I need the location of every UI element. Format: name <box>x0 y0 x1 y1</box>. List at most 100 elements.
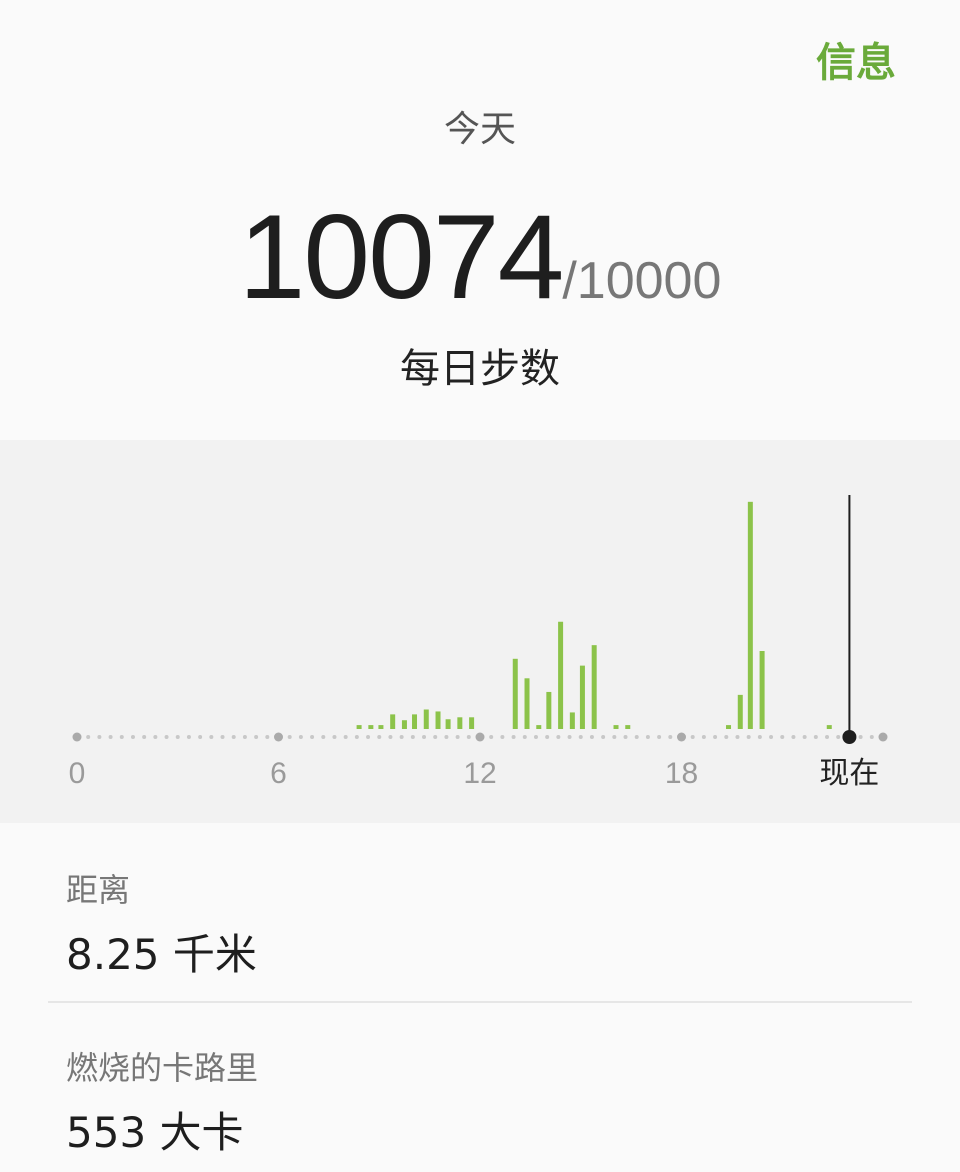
hour-bar <box>826 725 832 729</box>
axis-dot <box>287 735 292 739</box>
hour-bar <box>445 719 451 729</box>
axis-dot <box>298 735 303 739</box>
axis-dot <box>186 735 191 739</box>
axis-dot <box>533 735 538 739</box>
axis-major-dot <box>475 732 485 742</box>
hour-bar <box>423 709 429 729</box>
axis-dot <box>321 735 326 739</box>
axis-dot <box>713 735 718 739</box>
axis-dot <box>466 735 471 739</box>
axis-dot <box>735 735 740 739</box>
divider <box>48 1001 912 1003</box>
axis-dot <box>354 735 359 739</box>
axis-dot <box>601 735 606 739</box>
axis-major-dot <box>677 732 686 742</box>
distance-stat: 距离 8.25 千米 <box>66 865 257 982</box>
hour-bar <box>558 621 564 729</box>
axis-end-dot <box>878 732 888 742</box>
axis-dot <box>265 735 270 739</box>
axis-dot <box>108 735 113 739</box>
axis-dot <box>97 735 102 739</box>
axis-dot <box>444 735 449 739</box>
axis-dot <box>231 735 236 739</box>
axis-dot <box>780 735 785 739</box>
axis-dot <box>836 735 841 739</box>
axis-dot <box>825 735 830 739</box>
x-tick-label: 0 <box>69 757 86 790</box>
axis-dot <box>769 735 774 739</box>
distance-label: 距离 <box>66 871 131 909</box>
axis-dot <box>86 735 91 739</box>
hour-bar <box>435 711 441 729</box>
axis-dot <box>142 735 147 739</box>
hour-bar <box>536 725 542 729</box>
axis-dot <box>410 735 415 739</box>
axis-dot <box>399 735 404 739</box>
axis-dot <box>858 735 863 739</box>
axis-dot <box>366 735 371 739</box>
hour-bar <box>625 725 631 729</box>
axis-dot <box>175 735 180 739</box>
hour-bar <box>512 658 518 729</box>
axis-dot <box>209 735 214 739</box>
period-label: 今天 <box>443 109 516 150</box>
hour-bar <box>356 725 362 729</box>
axis-dot <box>164 735 169 739</box>
axis-dot <box>556 735 561 739</box>
axis-dot <box>813 735 818 739</box>
hour-bar <box>737 694 743 729</box>
hour-bar <box>378 725 384 729</box>
now-dot <box>842 730 857 744</box>
hour-bar <box>613 725 619 729</box>
axis-dot <box>869 735 874 739</box>
hour-bar <box>726 725 732 729</box>
axis-major-dot <box>72 732 82 742</box>
hour-bar <box>469 717 475 729</box>
axis-dot <box>567 735 572 739</box>
axis-dot <box>198 735 203 739</box>
axis-dot <box>153 735 158 739</box>
axis-dot <box>724 735 729 739</box>
calories-label: 燃烧的卡路里 <box>66 1049 259 1087</box>
x-tick-label: 18 <box>665 757 698 790</box>
distance-value: 8.25 千米 <box>66 930 257 979</box>
axis-dot <box>388 735 393 739</box>
axis-dot <box>802 735 807 739</box>
axis-dot <box>500 735 505 739</box>
chart-svg: 0 6 12 18 现在 <box>69 495 888 791</box>
calories-stat: 燃烧的卡路里 553 大卡 <box>66 1043 258 1160</box>
hourly-steps-chart: 0 6 12 18 现在 <box>0 440 960 823</box>
axis-dot <box>757 735 762 739</box>
axis-dot <box>455 735 460 739</box>
hour-bar <box>368 725 374 729</box>
axis-dot <box>645 735 650 739</box>
hour-bar <box>569 712 575 729</box>
axis-dot <box>242 735 247 739</box>
axis-dot <box>612 735 617 739</box>
axis-dot <box>623 735 628 739</box>
x-tick-label: 12 <box>463 757 496 790</box>
axis-dot <box>433 735 438 739</box>
axis-dot <box>332 735 337 739</box>
axis-dot <box>589 735 594 739</box>
now-label: 现在 <box>819 756 879 791</box>
axis-dot <box>130 735 135 739</box>
hour-bar <box>390 714 396 729</box>
x-tick-label: 6 <box>270 757 287 790</box>
axis-major-dot <box>274 732 283 742</box>
axis-dot <box>690 735 695 739</box>
hour-bar <box>524 678 530 729</box>
hour-bar <box>412 714 418 729</box>
page-title: 每日步数 <box>400 346 560 392</box>
hour-bar <box>747 501 753 729</box>
axis-dot <box>701 735 706 739</box>
axis-dot <box>578 735 583 739</box>
axis-dot <box>343 735 348 739</box>
step-count-row: 10074/10000 <box>0 188 960 326</box>
calories-value: 553 大卡 <box>66 1108 244 1157</box>
axis-dot <box>119 735 124 739</box>
axis-dot <box>310 735 315 739</box>
axis-dot <box>489 735 494 739</box>
hour-bar <box>579 665 585 729</box>
axis-dot <box>377 735 382 739</box>
